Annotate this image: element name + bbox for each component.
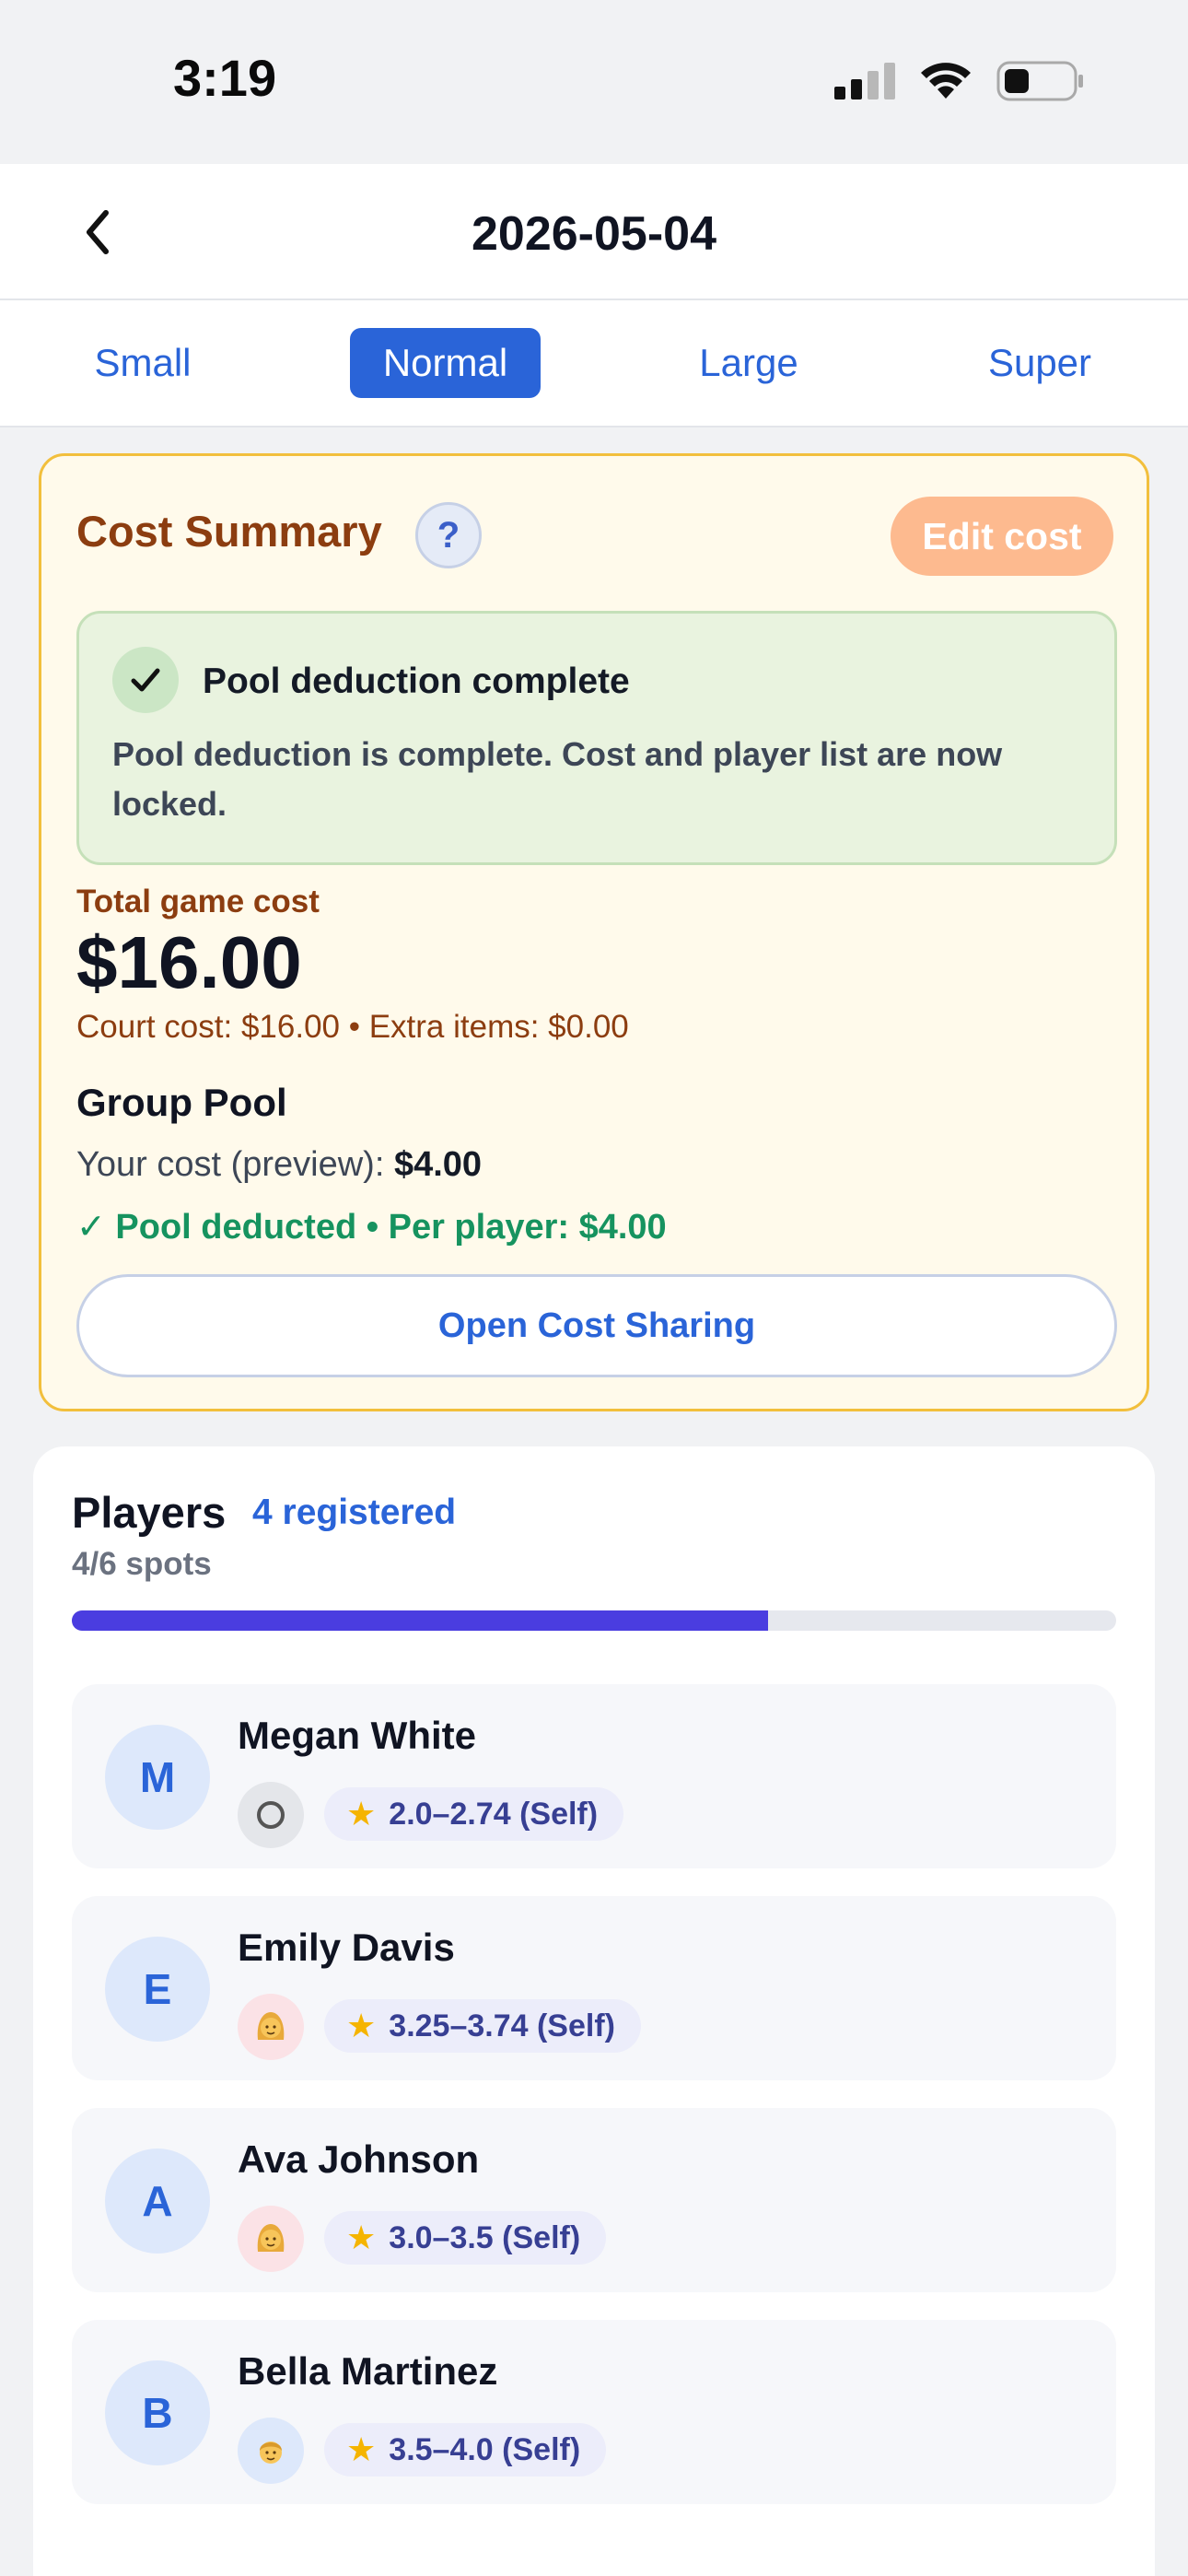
tab-super[interactable]: Super xyxy=(952,328,1127,398)
star-icon: ★ xyxy=(346,1795,377,1832)
edit-cost-button[interactable]: Edit cost xyxy=(891,497,1113,576)
rating-badge: ★ 3.0–3.5 (Self) xyxy=(324,2211,607,2265)
page-title: 2026-05-04 xyxy=(472,207,716,261)
player-row[interactable]: B Bella Martinez ★ 3.5–4.0 (Self) xyxy=(72,2320,1116,2504)
check-icon xyxy=(112,647,179,713)
tab-large[interactable]: Large xyxy=(661,328,836,398)
rating-badge: ★ 3.5–4.0 (Self) xyxy=(324,2423,607,2476)
cost-preview-value: $4.00 xyxy=(393,1145,483,1184)
battery-icon xyxy=(996,61,1083,101)
notice-body: Pool deduction is complete. Cost and pla… xyxy=(112,735,1003,823)
players-card: Players 4 registered 4/6 spots M Megan W… xyxy=(33,1446,1155,2576)
spots-count: 4/6 spots xyxy=(72,1546,212,1582)
player-name: Megan White xyxy=(238,1714,476,1757)
status-time: 3:19 xyxy=(173,49,277,107)
rating-value: 3.0–3.5 (Self) xyxy=(389,2219,581,2255)
players-title: Players xyxy=(72,1488,227,1537)
spots-progress-bar xyxy=(72,1610,1116,1631)
help-button[interactable]: ? xyxy=(415,502,482,568)
star-icon: ★ xyxy=(346,2430,377,2468)
pool-status: ✓ Pool deducted • Per player: $4.00 xyxy=(76,1208,667,1247)
star-icon: ★ xyxy=(346,2007,377,2044)
cellular-signal-icon xyxy=(834,63,895,100)
tab-normal[interactable]: Normal xyxy=(350,328,541,398)
status-bar: 3:19 xyxy=(0,0,1188,164)
navigation-bar: 2026-05-04 xyxy=(0,164,1188,300)
registered-count: 4 registered xyxy=(252,1493,457,1532)
avatar: M xyxy=(105,1725,210,1830)
player-name: Ava Johnson xyxy=(238,2137,480,2181)
unspecified-gender-icon xyxy=(238,1782,304,1848)
wifi-icon xyxy=(921,63,971,99)
status-icons xyxy=(834,61,1085,101)
player-row[interactable]: A Ava Johnson ★ 3.0–3.5 (Self) xyxy=(72,2108,1116,2292)
cost-preview-label: Your cost (preview): xyxy=(76,1145,385,1184)
player-row[interactable]: M Megan White ★ 2.0–2.74 (Self) xyxy=(72,1684,1116,1868)
notice-title: Pool deduction complete xyxy=(203,662,630,701)
rating-value: 2.0–2.74 (Self) xyxy=(389,1796,599,1832)
cost-breakdown: Court cost: $16.00 • Extra items: $0.00 xyxy=(76,1009,629,1045)
player-row[interactable]: E Emily Davis ★ 3.25–3.74 (Self) xyxy=(72,1896,1116,2080)
female-player-icon xyxy=(238,1994,304,2060)
rating-badge: ★ 2.0–2.74 (Self) xyxy=(324,1787,624,1841)
female-player-icon xyxy=(238,2206,304,2272)
pool-deduction-notice: Pool deduction complete Pool deduction i… xyxy=(76,611,1117,865)
total-cost-label: Total game cost xyxy=(76,884,320,919)
avatar: B xyxy=(105,2360,210,2465)
rating-value: 3.5–4.0 (Self) xyxy=(389,2431,581,2467)
total-cost-value: $16.00 xyxy=(76,921,302,1003)
avatar: A xyxy=(105,2149,210,2254)
spots-progress-fill xyxy=(72,1610,769,1631)
open-cost-sharing-button[interactable]: Open Cost Sharing xyxy=(76,1274,1117,1377)
size-tabs: Small Normal Large Super xyxy=(0,300,1188,427)
cost-preview: Your cost (preview): $4.00 xyxy=(76,1145,482,1185)
player-name: Bella Martinez xyxy=(238,2349,498,2393)
rating-badge: ★ 3.25–3.74 (Self) xyxy=(324,1999,641,2053)
rating-value: 3.25–3.74 (Self) xyxy=(389,2008,615,2043)
avatar: E xyxy=(105,1937,210,2042)
tab-small[interactable]: Small xyxy=(55,328,230,398)
cost-summary-card: Cost Summary ? Edit cost Pool deduction … xyxy=(39,453,1149,1411)
male-player-icon xyxy=(238,2418,304,2484)
cost-summary-title: Cost Summary xyxy=(76,507,382,556)
star-icon: ★ xyxy=(346,2219,377,2256)
player-name: Emily Davis xyxy=(238,1926,455,1969)
group-pool-title: Group Pool xyxy=(76,1081,287,1124)
